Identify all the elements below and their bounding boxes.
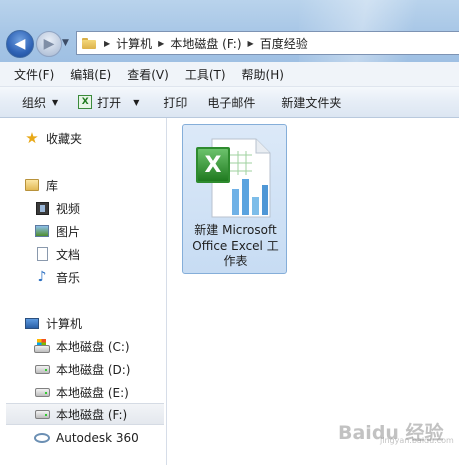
breadcrumb-drive-f[interactable]: 本地磁盘 (F:) xyxy=(170,35,241,52)
navigation-pane: ★ 收藏夹 库 视频 图片 文档 ♪ 音乐 计算机 本地磁盘 (C:) 本地磁盘… xyxy=(0,118,167,465)
print-label: 打印 xyxy=(163,95,188,110)
back-button[interactable]: ◀ xyxy=(6,30,34,58)
nav-music[interactable]: ♪ 音乐 xyxy=(34,266,164,288)
system-drive-icon xyxy=(34,338,50,354)
nav-computer[interactable]: 计算机 xyxy=(24,312,164,334)
file-name-label: 新建 Microsoft Office Excel 工 作表 xyxy=(183,223,288,270)
excel-worksheet-icon: X xyxy=(196,138,271,218)
hard-drive-icon xyxy=(34,384,50,400)
new-folder-button[interactable]: 新建文件夹 xyxy=(273,90,349,114)
nav-label: 本地磁盘 (C:) xyxy=(56,339,130,354)
nav-label: 计算机 xyxy=(46,316,83,331)
menu-bar: 文件(F) 编辑(E) 查看(V) 工具(T) 帮助(H) xyxy=(0,62,459,87)
breadcrumb-separator-icon[interactable]: ▶ xyxy=(104,39,110,48)
back-arrow-icon: ◀ xyxy=(14,36,26,52)
hard-drive-icon xyxy=(34,406,50,422)
organize-button[interactable]: 组织 ▼ xyxy=(0,90,66,114)
breadcrumb-computer[interactable]: 计算机 xyxy=(116,35,152,52)
video-icon xyxy=(34,200,50,216)
cloud-icon xyxy=(34,430,50,446)
breadcrumb-separator-icon[interactable]: ▶ xyxy=(158,39,164,48)
nav-drive-f[interactable]: 本地磁盘 (F:) xyxy=(6,403,164,425)
nav-libraries[interactable]: 库 xyxy=(24,174,164,196)
print-button[interactable]: 打印 xyxy=(155,90,195,114)
nav-favorites[interactable]: ★ 收藏夹 xyxy=(24,127,164,149)
file-name-line-3: 作表 xyxy=(223,254,248,268)
organize-label: 组织 xyxy=(22,95,47,110)
watermark-url: jingyan.baidu.com xyxy=(380,436,454,445)
nav-label: 图片 xyxy=(56,224,81,239)
breadcrumb-separator-icon[interactable]: ▶ xyxy=(248,39,254,48)
nav-label: 本地磁盘 (F:) xyxy=(56,407,128,422)
chevron-down-icon: ▼ xyxy=(133,97,140,107)
file-name-line-2: Office Excel 工 xyxy=(192,238,279,253)
computer-icon xyxy=(24,315,40,331)
library-icon xyxy=(24,177,40,193)
nav-documents[interactable]: 文档 xyxy=(34,243,164,265)
title-bar: ◀ ▶ ▼ ▶ 计算机 ▶ 本地磁盘 (F:) ▶ 百度经验 xyxy=(0,0,459,62)
chevron-down-icon: ▼ xyxy=(52,97,59,107)
nav-autodesk-360[interactable]: Autodesk 360 xyxy=(34,427,164,449)
nav-drive-e[interactable]: 本地磁盘 (E:) xyxy=(34,381,164,403)
open-label: 打开 xyxy=(97,95,122,110)
excel-icon: X xyxy=(78,95,93,109)
folder-icon xyxy=(82,37,96,49)
nav-label: 音乐 xyxy=(56,270,81,285)
nav-label: 本地磁盘 (E:) xyxy=(56,385,129,400)
menu-tools[interactable]: 工具(T) xyxy=(177,66,234,83)
nav-pictures[interactable]: 图片 xyxy=(34,220,164,242)
email-button[interactable]: 电子邮件 xyxy=(199,90,263,114)
nav-drive-c[interactable]: 本地磁盘 (C:) xyxy=(34,335,164,357)
nav-label: Autodesk 360 xyxy=(56,431,139,445)
hard-drive-icon xyxy=(34,361,50,377)
svg-text:X: X xyxy=(205,153,222,178)
nav-label: 本地磁盘 (D:) xyxy=(56,362,131,377)
baidu-watermark: Baidu 经验 jingyan.baidu.com xyxy=(338,418,454,450)
email-label: 电子邮件 xyxy=(207,95,256,110)
nav-label: 文档 xyxy=(56,247,81,262)
menu-file[interactable]: 文件(F) xyxy=(0,66,62,83)
file-item-excel-worksheet[interactable]: X 新建 Microsoft Office Excel 工 作表 xyxy=(182,124,287,274)
recent-pages-dropdown[interactable]: ▼ xyxy=(62,38,69,48)
menu-view[interactable]: 查看(V) xyxy=(119,66,177,83)
forward-button[interactable]: ▶ xyxy=(36,31,62,57)
nav-label: 视频 xyxy=(56,201,81,216)
address-bar[interactable]: ▶ 计算机 ▶ 本地磁盘 (F:) ▶ 百度经验 xyxy=(76,31,459,55)
file-list: X 新建 Microsoft Office Excel 工 作表 xyxy=(167,118,459,465)
nav-videos[interactable]: 视频 xyxy=(34,197,164,219)
open-button[interactable]: X 打开 ▼ xyxy=(70,90,147,114)
music-note-icon: ♪ xyxy=(37,269,47,285)
nav-label: 收藏夹 xyxy=(46,131,83,146)
document-icon xyxy=(34,246,50,262)
nav-drive-d[interactable]: 本地磁盘 (D:) xyxy=(34,358,164,380)
menu-help[interactable]: 帮助(H) xyxy=(234,66,292,83)
command-bar: 组织 ▼ X 打开 ▼ 打印 电子邮件 新建文件夹 xyxy=(0,87,459,118)
menu-edit[interactable]: 编辑(E) xyxy=(62,66,119,83)
nav-label: 库 xyxy=(46,178,59,193)
forward-arrow-icon: ▶ xyxy=(43,36,55,52)
breadcrumb-baidu-jingyan[interactable]: 百度经验 xyxy=(260,35,308,52)
file-name-line-1: 新建 Microsoft xyxy=(194,223,277,237)
new-folder-label: 新建文件夹 xyxy=(281,95,342,110)
picture-icon xyxy=(34,223,50,239)
star-icon: ★ xyxy=(25,129,39,147)
